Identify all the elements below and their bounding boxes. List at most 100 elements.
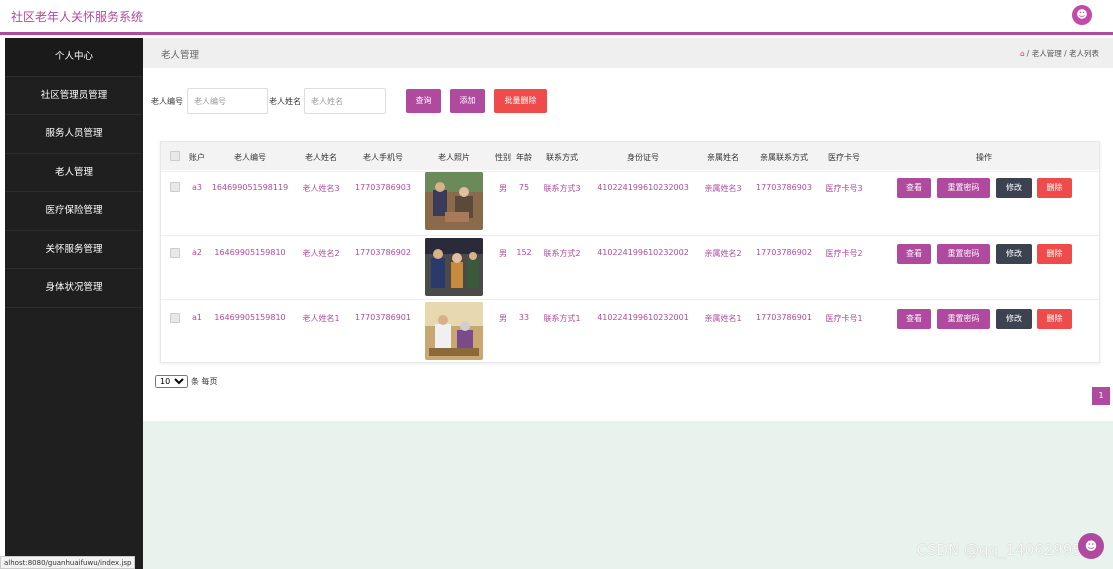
column-header: 性别 xyxy=(495,153,511,162)
edit-button[interactable]: 修改 xyxy=(996,309,1032,329)
reset-password-button[interactable]: 重置密码 xyxy=(937,309,990,329)
column-header: 身份证号 xyxy=(627,153,659,162)
status-bar-url: alhost:8080/guanhuaifuwu/index.jsp xyxy=(0,556,136,569)
view-button[interactable]: 查看 xyxy=(897,244,931,264)
view-button[interactable]: 查看 xyxy=(897,309,931,329)
elder-name-input[interactable] xyxy=(304,88,386,114)
elder-table: 账户 老人编号 老人姓名 老人手机号 老人照片 性别 年龄 联系方式 身份证号 … xyxy=(160,141,1100,363)
relative-phone-cell: 17703786901 xyxy=(756,313,812,322)
batch-delete-button[interactable]: 批量删除 xyxy=(494,89,547,113)
reset-password-button[interactable]: 重置密码 xyxy=(937,178,990,198)
sidebar-item-health-status[interactable]: 身体状况管理 xyxy=(5,269,143,308)
sidebar-item-care-service[interactable]: 关怀服务管理 xyxy=(5,231,143,269)
gender-cell: 男 xyxy=(499,184,507,193)
phone-cell: 17703786903 xyxy=(355,183,411,192)
breadcrumb: ⌂ / 老人管理 / 老人列表 xyxy=(1020,48,1099,59)
sidebar-item-community-admin[interactable]: 社区管理员管理 xyxy=(5,77,143,115)
delete-button[interactable]: 删除 xyxy=(1037,178,1072,198)
table-header: 账户 老人编号 老人姓名 老人手机号 老人照片 性别 年龄 联系方式 身份证号 … xyxy=(161,142,1099,170)
id-card-cell: 410224199610232003 xyxy=(597,183,689,192)
sidebar-item-service-staff[interactable]: 服务人员管理 xyxy=(5,115,143,154)
contact-cell: 联系方式3 xyxy=(543,184,581,193)
relative-phone-cell: 17703786903 xyxy=(756,183,812,192)
page-size-suffix: 条 每页 xyxy=(191,377,218,386)
age-cell: 33 xyxy=(518,313,530,322)
page-size-select[interactable]: 10 xyxy=(155,375,188,388)
column-header: 亲属姓名 xyxy=(707,153,739,162)
table-row: a1 16469905159810 老人姓名1 17703786901 男 33… xyxy=(161,299,1099,363)
relative-phone-cell: 17703786902 xyxy=(756,248,812,257)
column-header: 老人姓名 xyxy=(305,153,337,162)
page-number-button[interactable]: 1 xyxy=(1092,387,1110,405)
elder-no-cell: 164699051598119 xyxy=(211,183,289,192)
view-button[interactable]: 查看 xyxy=(897,178,931,198)
elder-name-cell: 老人姓名3 xyxy=(302,184,340,193)
account-cell: a2 xyxy=(192,248,202,257)
elder-name-cell: 老人姓名1 xyxy=(302,314,340,323)
medical-card-cell: 医疗卡号1 xyxy=(825,314,863,323)
edit-button[interactable]: 修改 xyxy=(996,178,1032,198)
id-card-cell: 410224199610232002 xyxy=(597,248,689,257)
gender-cell: 男 xyxy=(499,249,507,258)
column-header: 亲属联系方式 xyxy=(760,153,808,162)
column-header: 医疗卡号 xyxy=(828,153,860,162)
elder-photo[interactable] xyxy=(425,302,483,360)
account-cell: a1 xyxy=(192,313,202,322)
age-cell: 75 xyxy=(518,183,530,192)
age-cell: 152 xyxy=(516,248,532,257)
column-header: 联系方式 xyxy=(546,153,578,162)
edit-button[interactable]: 修改 xyxy=(996,244,1032,264)
sidebar-item-medical-insurance[interactable]: 医疗保险管理 xyxy=(5,192,143,231)
row-checkbox[interactable] xyxy=(170,248,180,258)
elder-photo[interactable] xyxy=(425,238,483,296)
top-bar: 社区老年人关怀服务系统 ☻ xyxy=(0,0,1113,35)
reset-password-button[interactable]: 重置密码 xyxy=(937,244,990,264)
sidebar-item-elder-management[interactable]: 老人管理 xyxy=(5,154,143,192)
row-checkbox[interactable] xyxy=(170,313,180,323)
delete-button[interactable]: 删除 xyxy=(1037,309,1072,329)
column-header: 操作 xyxy=(976,153,992,162)
main-content: 老人管理 ⌂/ 老人管理 / 老人列表 老人编号 老人姓名 查询 添加 批量删除… xyxy=(143,38,1113,569)
user-avatar-icon[interactable]: ☻ xyxy=(1072,5,1092,25)
elder-no-cell: 16469905159810 xyxy=(214,313,286,322)
gender-cell: 男 xyxy=(499,314,507,323)
table-row: a2 16469905159810 老人姓名2 17703786902 男 15… xyxy=(161,235,1099,299)
watermark-text: CSDN @qq_1406299528 xyxy=(916,541,1101,559)
medical-card-cell: 医疗卡号2 xyxy=(825,249,863,258)
sidebar: 个人中心 社区管理员管理 服务人员管理 老人管理 医疗保险管理 关怀服务管理 身… xyxy=(5,38,143,569)
add-button[interactable]: 添加 xyxy=(450,89,485,113)
id-card-cell: 410224199610232001 xyxy=(597,313,689,322)
elder-photo[interactable] xyxy=(425,172,483,230)
search-button[interactable]: 查询 xyxy=(406,89,441,113)
relative-name-cell: 亲属姓名1 xyxy=(704,314,742,323)
elder-no-input[interactable] xyxy=(187,88,268,114)
contact-cell: 联系方式2 xyxy=(543,249,581,258)
phone-cell: 17703786902 xyxy=(355,248,411,257)
medical-card-cell: 医疗卡号3 xyxy=(825,184,863,193)
column-header: 老人照片 xyxy=(438,153,470,162)
page-size-control: 10条 每页 xyxy=(155,375,218,388)
column-header: 老人手机号 xyxy=(363,153,403,162)
phone-cell: 17703786901 xyxy=(355,313,411,322)
elder-name-label: 老人姓名 xyxy=(269,97,301,106)
account-cell: a3 xyxy=(192,183,202,192)
table-row: a3 164699051598119 老人姓名3 17703786903 男 7… xyxy=(161,171,1099,235)
elder-no-cell: 16469905159810 xyxy=(214,248,286,257)
header-bar: 老人管理 ⌂ / 老人管理 / 老人列表 xyxy=(143,38,1113,68)
breadcrumb-text: / 老人管理 / 老人列表 xyxy=(1026,49,1099,58)
delete-button[interactable]: 删除 xyxy=(1037,244,1072,264)
floating-user-icon[interactable]: ☻ xyxy=(1078,533,1104,559)
column-header: 账户 xyxy=(189,153,205,162)
elder-name-cell: 老人姓名2 xyxy=(302,249,340,258)
row-checkbox[interactable] xyxy=(170,182,180,192)
page-title: 老人管理 xyxy=(161,50,200,61)
sidebar-item-personal-center[interactable]: 个人中心 xyxy=(5,38,143,77)
contact-cell: 联系方式1 xyxy=(543,314,581,323)
home-icon[interactable]: ⌂ xyxy=(1020,49,1025,58)
relative-name-cell: 亲属姓名2 xyxy=(704,249,742,258)
app-title: 社区老年人关怀服务系统 xyxy=(11,10,144,24)
elder-no-label: 老人编号 xyxy=(151,97,183,106)
relative-name-cell: 亲属姓名3 xyxy=(704,184,742,193)
column-header: 年龄 xyxy=(516,153,532,162)
select-all-checkbox[interactable] xyxy=(170,151,180,161)
